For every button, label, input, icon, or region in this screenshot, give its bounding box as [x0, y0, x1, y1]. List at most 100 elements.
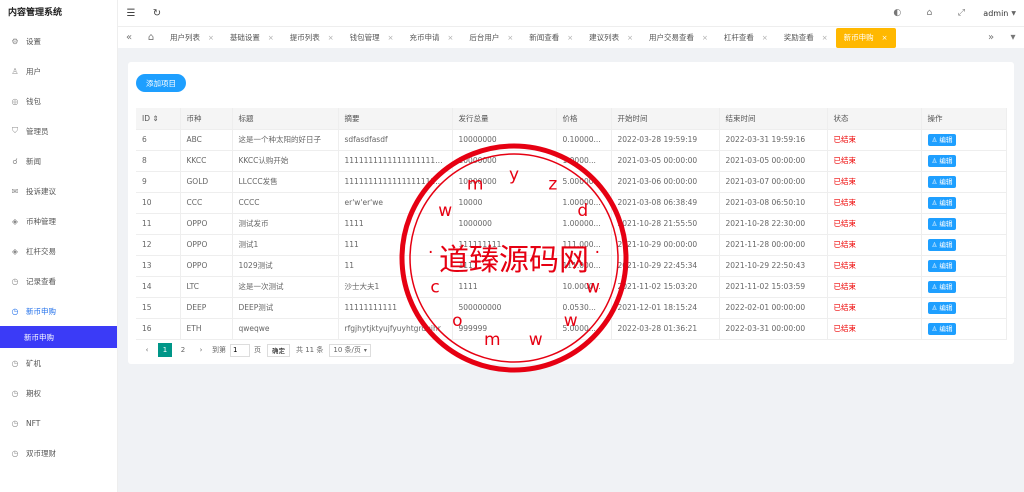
tab-7[interactable]: 建议列表 × [581, 27, 641, 49]
sidebar-item-user[interactable]: ♙ 用户 [0, 56, 117, 86]
sidebar-item-label: 期权 [26, 388, 41, 398]
sidebar-item-miner[interactable]: ◷ 矿机 [0, 348, 117, 378]
table-row: 15 DEEP DEEP测试 11111111111 500000000 0.0530..… [136, 297, 1007, 319]
user-name[interactable]: admin [983, 9, 1008, 18]
table-row: 12 OPPO 测试1 111 111111111 111.000... 2021-10-2… [136, 234, 1007, 256]
status-badge: 已结束 [827, 129, 922, 151]
tab-3[interactable]: 钱包管理 × [342, 27, 402, 49]
table-cell: 2021-10-29 00:00:00 [611, 234, 720, 256]
close-icon[interactable]: × [268, 34, 274, 42]
table-cell: 16 [136, 318, 181, 340]
close-icon[interactable]: × [762, 34, 768, 42]
close-icon[interactable]: × [567, 34, 573, 42]
sidebar-item-coin[interactable]: ◈ 币种管理 [0, 206, 117, 236]
close-icon[interactable]: × [507, 34, 513, 42]
theme-icon[interactable]: ◐ [881, 0, 913, 26]
close-icon[interactable]: × [328, 34, 334, 42]
edit-button[interactable]: ♙ 编辑 [927, 301, 957, 314]
tab-label: 新币申购 [843, 33, 874, 42]
tab-6[interactable]: 新闻查看 × [521, 27, 581, 49]
tab-4[interactable]: 充币申请 × [402, 27, 462, 49]
table-cell: 13 [136, 255, 181, 277]
tab-0[interactable]: 用户列表 × [162, 27, 222, 49]
tabs-prev-icon[interactable]: « [118, 27, 140, 49]
table-cell: 2021-03-05 00:00:00 [611, 150, 720, 172]
tab-5[interactable]: 后台用户 × [461, 27, 521, 49]
close-icon[interactable]: × [388, 34, 394, 42]
tab-9[interactable]: 杠杆查看 × [716, 27, 776, 49]
table-cell: 2021-10-28 21:55:50 [611, 213, 720, 235]
edit-button[interactable]: ♙ 编辑 [927, 280, 957, 293]
fullscreen-icon[interactable]: ⤢ [945, 0, 977, 26]
menu-toggle-icon[interactable]: ☰ [118, 0, 144, 26]
sidebar-item-label: NFT [26, 418, 41, 428]
edit-button[interactable]: ♙ 编辑 [927, 217, 957, 230]
sidebar-item-trade[interactable]: ◈ 杠杆交易 [0, 236, 117, 266]
page-1[interactable]: 1 [158, 343, 172, 357]
table-cell: 1.00000... [556, 213, 612, 235]
sidebar-item-label: 新闻 [26, 156, 41, 166]
sidebar-item-finance[interactable]: ◷ 双币理财 [0, 438, 117, 468]
close-icon[interactable]: × [448, 34, 454, 42]
close-icon[interactable]: × [702, 34, 708, 42]
page-jump-input[interactable] [230, 343, 250, 357]
table-cell: 1111 [452, 255, 557, 277]
tabs-menu-icon[interactable]: ▾ [1002, 27, 1024, 49]
add-project-button[interactable]: 添加项目 [136, 74, 186, 92]
option-icon: ◷ [11, 388, 19, 398]
status-badge: 已结束 [827, 255, 922, 277]
sidebar: 内容管理系统 ⚙ 设置 ♙ 用户 ◎ 钱包 ⛉ 管理员 ☌ 新闻 ✉ 投诉建议 ◈ 币种管理 ◈ 杠杆交易 ◷ 记… [0, 0, 118, 492]
table-cell: 11 [136, 213, 181, 235]
close-icon[interactable]: × [208, 34, 214, 42]
table-cell: 1000000 [452, 213, 557, 235]
sidebar-subitem-new-coin[interactable]: 新币申购 [0, 326, 117, 348]
table-cell: 10000 [452, 192, 557, 214]
chevron-down-icon[interactable]: ▼ [1011, 10, 1016, 17]
sidebar-item-record[interactable]: ◷ 记录查看 [0, 266, 117, 296]
column-header: 操作 [921, 108, 1007, 130]
column-header[interactable]: ID ⇕ [136, 108, 181, 130]
table-row: 9 GOLD LLCCC发售 1111111111111111111111 100000… [136, 171, 1007, 193]
page-confirm-button[interactable]: 确定 [267, 343, 290, 357]
sidebar-item-shield[interactable]: ⛉ 管理员 [0, 116, 117, 146]
tab-11[interactable]: 新币申购 × [835, 27, 896, 48]
close-icon[interactable]: × [822, 34, 828, 42]
edit-button[interactable]: ♙ 编辑 [927, 238, 957, 251]
edit-button[interactable]: ♙ 编辑 [927, 322, 957, 335]
page-next-icon[interactable]: › [194, 343, 208, 357]
sidebar-item-option[interactable]: ◷ 期权 [0, 378, 117, 408]
tab-2[interactable]: 提币列表 × [282, 27, 342, 49]
tab-10[interactable]: 奖励查看 × [776, 27, 836, 49]
edit-button[interactable]: ♙ 编辑 [927, 133, 957, 146]
sidebar-item-news[interactable]: ☌ 新闻 [0, 146, 117, 176]
button-label: 查看订单 [973, 177, 1000, 186]
edit-button[interactable]: ♙ 编辑 [927, 196, 957, 209]
tabs-next-icon[interactable]: » [980, 27, 1002, 49]
sidebar-item-feedback[interactable]: ✉ 投诉建议 [0, 176, 117, 206]
close-icon[interactable]: × [627, 34, 633, 42]
content-card: 添加项目 ID ⇕ 币种 标题 摘要 发行总量 价格 开始时间 结束时间 状态 操作 6 ABC 这是… [128, 62, 1014, 364]
edit-button[interactable]: ♙ 编辑 [927, 154, 957, 167]
subscribe-icon: ◷ [11, 306, 19, 316]
tab-8[interactable]: 用户交易查看 × [641, 27, 716, 49]
edit-button[interactable]: ♙ 编辑 [927, 175, 957, 188]
sidebar-item-subscribe[interactable]: ◷ 新币申购 [0, 296, 117, 326]
sidebar-item-nft[interactable]: ◷ NFT [0, 408, 117, 438]
table-cell: 1029测试 [232, 255, 339, 277]
tab-1[interactable]: 基础设置 × [222, 27, 282, 49]
table-cell: 2021-03-06 00:00:00 [611, 171, 720, 193]
sidebar-item-wallet[interactable]: ◎ 钱包 [0, 86, 117, 116]
home-icon[interactable]: ⌂ [140, 27, 162, 49]
page-2[interactable]: 2 [176, 343, 190, 357]
table-cell: qweqwe [232, 318, 339, 340]
table-cell: 111.000... [556, 255, 612, 277]
refresh-icon[interactable]: ↻ [144, 0, 170, 26]
page-prev-icon[interactable]: ‹ [140, 343, 154, 357]
app-title: 内容管理系统 [8, 8, 63, 18]
tag-icon[interactable]: ⌂ [913, 0, 945, 26]
table-cell: 10000000 [452, 150, 557, 172]
edit-button[interactable]: ♙ 编辑 [927, 259, 957, 272]
sidebar-item-gear[interactable]: ⚙ 设置 [0, 26, 117, 56]
close-icon[interactable]: × [882, 34, 888, 42]
page-size-select[interactable]: 10 条/页 ▾ [329, 343, 371, 357]
